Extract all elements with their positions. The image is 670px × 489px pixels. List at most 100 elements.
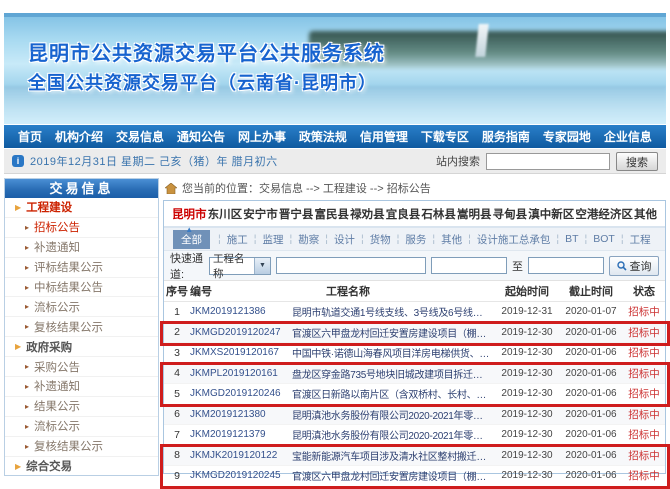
cell-end: 2020-01-06 xyxy=(559,347,623,358)
table-row[interactable]: 5JKMGD2019120246官渡区日新路以南片区（含双桥村、长村、高寨村、.… xyxy=(164,384,665,405)
triangle-right-icon: ▶ xyxy=(15,203,21,212)
sidebar-item-9[interactable]: ▸补遗通知 xyxy=(5,377,158,397)
table-row[interactable]: 3JKMXS2019120167中国中铁·诺德山海春风项目洋房电梯供货、安装及.… xyxy=(164,343,665,364)
small-arrow-icon: ▸ xyxy=(25,223,29,232)
site-search-input[interactable] xyxy=(486,153,610,170)
category-item-1[interactable]: 施工 xyxy=(227,232,248,247)
sidebar-item-4[interactable]: ▸中标结果公告 xyxy=(5,278,158,298)
sidebar-item-5[interactable]: ▸流标公示 xyxy=(5,297,158,317)
region-tab-0[interactable]: 昆明市 xyxy=(172,206,207,222)
search-type-select[interactable]: 工程名称 ▼ xyxy=(209,257,271,275)
nav-item-3[interactable]: 通知公告 xyxy=(177,128,225,145)
cell-status: 招标中 xyxy=(623,386,665,401)
nav-item-9[interactable]: 专家园地 xyxy=(543,128,591,145)
region-tab-12[interactable]: 其他 xyxy=(634,206,657,222)
region-tab-9[interactable]: 寻甸县 xyxy=(493,206,528,222)
category-item-7[interactable]: 其他 xyxy=(441,232,462,247)
cell-code: JKMXS2019120167 xyxy=(190,347,292,358)
search-type-value: 工程名称 xyxy=(210,251,254,281)
cell-seq: 5 xyxy=(164,388,190,400)
nav-item-10[interactable]: 企业信息 xyxy=(604,128,652,145)
region-tab-7[interactable]: 石林县 xyxy=(421,206,456,222)
cell-start: 2019-12-30 xyxy=(495,388,559,399)
region-tab-4[interactable]: 富民县 xyxy=(315,206,350,222)
cell-code: JKMGD2019120246 xyxy=(190,388,292,399)
cell-name[interactable]: 宝能新能源汽车项目涉及清水社区整村搬迁安置项目... xyxy=(292,448,495,463)
cell-name[interactable]: 昆明市轨道交通1号线支线、3号线及6号线一期工程现... xyxy=(292,304,495,319)
category-item-3[interactable]: 勘察 xyxy=(298,232,319,247)
cell-name[interactable]: 官渡区六甲盘龙村回迁安置房建设项目（棚户区改造... xyxy=(292,325,495,340)
small-arrow-icon: ▸ xyxy=(25,362,29,371)
date-from-input[interactable] xyxy=(431,257,507,274)
info-icon: i xyxy=(12,155,24,167)
nav-item-2[interactable]: 交易信息 xyxy=(116,128,164,145)
keyword-input[interactable] xyxy=(276,257,426,274)
region-tabs: 昆明市东川区安宁市晋宁县富民县禄劝县宜良县石林县嵩明县寻甸县滇中新区空港经济区其… xyxy=(164,201,665,228)
region-tab-5[interactable]: 禄劝县 xyxy=(350,206,385,222)
category-separator: ¦ xyxy=(556,233,559,245)
table-row[interactable]: 1JKM2019121386昆明市轨道交通1号线支线、3号线及6号线一期工程现.… xyxy=(164,302,665,323)
category-separator: ¦ xyxy=(432,233,435,245)
sidebar-item-10[interactable]: ▸结果公示 xyxy=(5,397,158,417)
cell-status: 招标中 xyxy=(623,366,665,381)
sidebar-item-13[interactable]: ▶综合交易 xyxy=(5,457,158,476)
cell-name[interactable]: 官渡区日新路以南片区（含双桥村、长村、高寨村、... xyxy=(292,386,495,401)
site-search-button[interactable]: 搜索 xyxy=(616,152,658,171)
nav-item-6[interactable]: 信用管理 xyxy=(360,128,408,145)
category-item-6[interactable]: 服务 xyxy=(405,232,426,247)
region-tab-11[interactable]: 空港经济区 xyxy=(575,206,633,222)
category-item-8[interactable]: 设计施工总承包 xyxy=(477,232,551,247)
table-row[interactable]: 4JKMPL2019120161盘龙区穿金路735号地块旧城改建项目拆迁服务招标… xyxy=(164,364,665,385)
category-item-11[interactable]: 工程 xyxy=(630,232,651,247)
nav-item-8[interactable]: 服务指南 xyxy=(482,128,530,145)
sidebar-item-7[interactable]: ▶政府采购 xyxy=(5,337,158,357)
region-tab-2[interactable]: 安宁市 xyxy=(243,206,278,222)
cell-name[interactable]: 昆明滇池水务股份有限公司2020-2021年零星项目造价... xyxy=(292,407,495,422)
nav-item-7[interactable]: 下载专区 xyxy=(421,128,469,145)
sidebar-item-11[interactable]: ▸流标公示 xyxy=(5,417,158,437)
table-row[interactable]: 2JKMGD2019120247官渡区六甲盘龙村回迁安置房建设项目（棚户区改造.… xyxy=(164,323,665,344)
region-tab-1[interactable]: 东川区 xyxy=(208,206,243,222)
sidebar-item-8[interactable]: ▸采购公告 xyxy=(5,357,158,377)
table-row[interactable]: 6JKM2019121380昆明滇池水务股份有限公司2020-2021年零星项目… xyxy=(164,405,665,426)
sidebar-item-label: 补遗通知 xyxy=(34,239,80,255)
sidebar-item-1[interactable]: ▸招标公告 xyxy=(5,218,158,238)
category-item-2[interactable]: 监理 xyxy=(262,232,283,247)
cell-seq: 2 xyxy=(164,326,190,338)
sidebar-item-3[interactable]: ▸评标结果公示 xyxy=(5,258,158,278)
region-tab-8[interactable]: 嵩明县 xyxy=(457,206,492,222)
region-tab-3[interactable]: 晋宁县 xyxy=(279,206,314,222)
nav-item-0[interactable]: 首页 xyxy=(18,128,42,145)
nav-item-5[interactable]: 政策法规 xyxy=(299,128,347,145)
sidebar-item-6[interactable]: ▸复核结果公示 xyxy=(5,317,158,337)
category-filter-row: 全部¦施工¦监理¦勘察¦设计¦货物¦服务¦其他¦设计施工总承包¦BT¦BOT¦工… xyxy=(164,228,665,251)
cell-seq: 8 xyxy=(164,449,190,461)
sidebar-item-12[interactable]: ▸复核结果公示 xyxy=(5,437,158,457)
breadcrumb-text: 您当前的位置：交易信息 --> 工程建设 --> 招标公告 xyxy=(182,180,431,196)
category-item-9[interactable]: BT xyxy=(565,233,578,245)
date-to-input[interactable] xyxy=(528,257,604,274)
query-button[interactable]: 查询 xyxy=(609,256,659,276)
category-item-4[interactable]: 设计 xyxy=(334,232,355,247)
table-row[interactable]: 8JKMJK2019120122宝能新能源汽车项目涉及清水社区整村搬迁安置项目.… xyxy=(164,446,665,467)
sidebar-item-2[interactable]: ▸补遗通知 xyxy=(5,238,158,258)
region-tab-10[interactable]: 滇中新区 xyxy=(528,206,574,222)
sidebar-item-label: 政府采购 xyxy=(26,339,72,355)
category-item-10[interactable]: BOT xyxy=(593,233,615,245)
cell-start: 2019-12-30 xyxy=(495,409,559,420)
nav-item-4[interactable]: 网上办事 xyxy=(238,128,286,145)
region-tab-6[interactable]: 宜良县 xyxy=(386,206,421,222)
table-row[interactable]: 9JKMGD2019120245官渡区六甲盘龙村回迁安置房建设项目（棚户区改造.… xyxy=(164,466,665,487)
sidebar-item-0[interactable]: ▶工程建设 xyxy=(5,198,158,218)
triangle-right-icon: ▶ xyxy=(15,462,21,471)
site-title-line1: 昆明市公共资源交易平台公共服务系统 xyxy=(28,39,385,70)
sidebar-item-label: 复核结果公示 xyxy=(34,319,103,335)
home-icon xyxy=(165,183,177,194)
category-item-5[interactable]: 货物 xyxy=(370,232,391,247)
table-row[interactable]: 7JKM2019121379昆明滇池水务股份有限公司2020-2021年零星项目… xyxy=(164,425,665,446)
cell-name[interactable]: 昆明滇池水务股份有限公司2020-2021年零星项目监理... xyxy=(292,427,495,442)
cell-name[interactable]: 盘龙区穿金路735号地块旧城改建项目拆迁服务招标公告 xyxy=(292,366,495,381)
sidebar-item-label: 流标公示 xyxy=(34,299,80,315)
nav-item-1[interactable]: 机构介绍 xyxy=(55,128,103,145)
cell-name[interactable]: 中国中铁·诺德山海春风项目洋房电梯供货、安装及... xyxy=(292,345,495,360)
